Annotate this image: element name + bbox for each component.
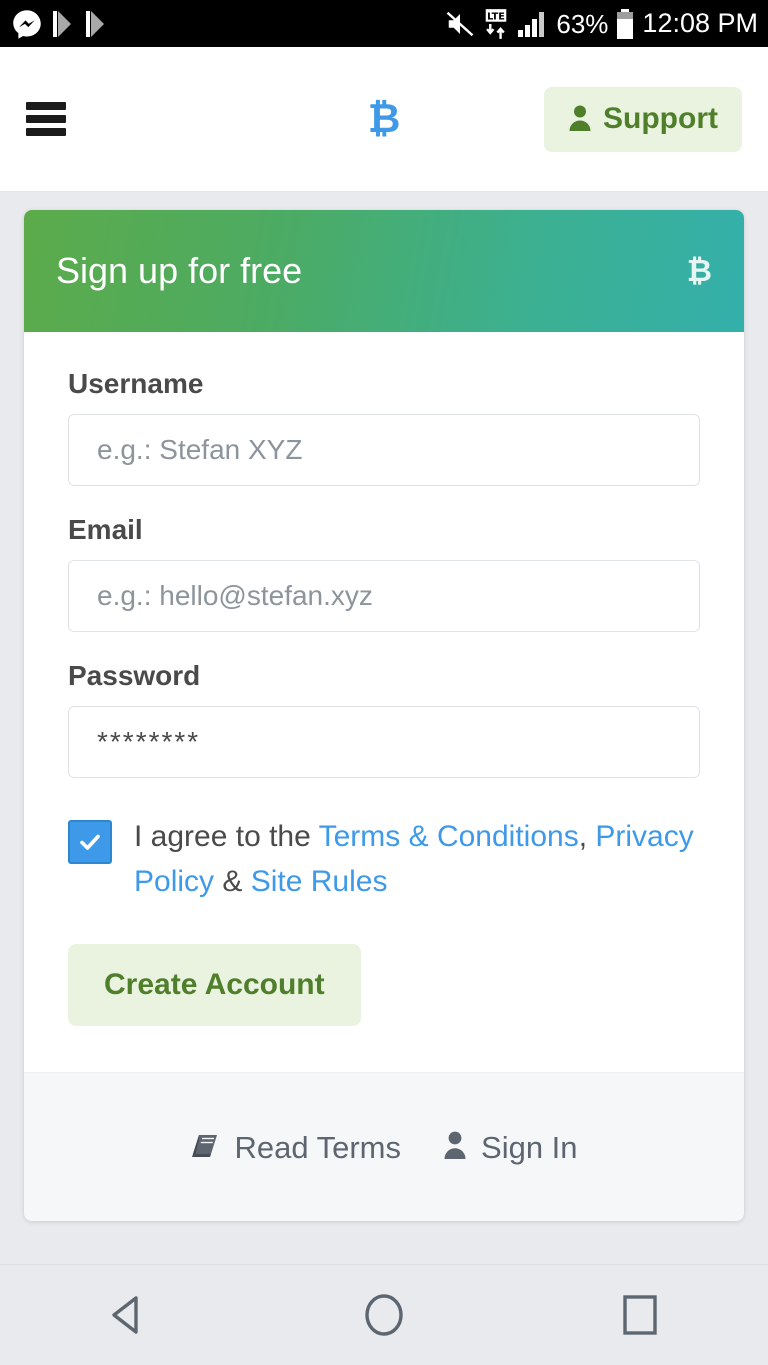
hamburger-menu-icon[interactable] <box>26 102 66 136</box>
hamburger-bar <box>26 128 66 136</box>
battery-icon <box>615 8 635 39</box>
mute-icon <box>445 9 475 39</box>
site-rules-link[interactable]: Site Rules <box>251 865 388 898</box>
messenger-icon <box>12 9 42 39</box>
android-nav-bar <box>0 1264 768 1365</box>
bitcoin-logo-icon: ₿ <box>686 252 712 289</box>
terms-agreement-row: I agree to the Terms & Conditions, Priva… <box>68 814 700 904</box>
read-terms-link[interactable]: Read Terms <box>190 1131 401 1164</box>
create-account-button[interactable]: Create Account <box>68 944 361 1026</box>
status-clock: 12:08 PM <box>642 8 758 38</box>
battery-percent-label: 63% <box>556 8 609 39</box>
page-body: Sign up for free ₿ Username Email Passwo… <box>0 192 768 1264</box>
terms-separator: & <box>214 865 251 898</box>
terms-separator: , <box>578 820 596 853</box>
signup-card: Sign up for free ₿ Username Email Passwo… <box>24 210 744 1221</box>
email-field-group: Email <box>68 516 700 632</box>
flag-icon <box>51 10 75 38</box>
username-label: Username <box>68 368 204 399</box>
nav-recents-button[interactable] <box>580 1265 700 1365</box>
phone-screen: LTE 63% 12:08 PM ₿ Support Sign up for f… <box>0 0 768 1365</box>
terms-checkbox[interactable] <box>68 820 112 864</box>
password-field-group: Password <box>68 662 700 778</box>
signup-form: Username Email Password <box>24 332 744 1072</box>
password-input[interactable] <box>68 706 700 778</box>
hamburger-bar <box>26 115 66 123</box>
nav-home-button[interactable] <box>324 1265 444 1365</box>
flag-icon <box>84 10 108 38</box>
email-label: Email <box>68 514 143 545</box>
back-triangle-icon <box>112 1296 138 1334</box>
signup-card-header: Sign up for free ₿ <box>24 210 744 332</box>
terms-conditions-link[interactable]: Terms & Conditions <box>319 820 579 853</box>
password-label: Password <box>68 660 201 691</box>
username-input[interactable] <box>68 414 700 486</box>
person-icon <box>443 1130 467 1165</box>
recents-square-icon <box>623 1295 657 1335</box>
sign-in-label: Sign In <box>481 1129 578 1165</box>
read-terms-label: Read Terms <box>234 1129 402 1165</box>
lte-icon: LTE <box>482 8 510 40</box>
sign-in-link[interactable]: Sign In <box>443 1130 578 1165</box>
app-header: ₿ Support <box>0 47 768 192</box>
bitcoin-logo-icon[interactable]: ₿ <box>368 99 401 139</box>
person-icon <box>568 104 592 135</box>
username-field-group: Username <box>68 370 700 486</box>
card-footer: Read Terms Sign In <box>24 1072 744 1221</box>
email-input[interactable] <box>68 560 700 632</box>
support-button[interactable]: Support <box>544 86 742 152</box>
svg-text:LTE: LTE <box>487 11 505 22</box>
terms-intro-text: I agree to the <box>134 820 319 853</box>
status-notification-icons <box>12 9 108 39</box>
checkmark-icon <box>80 834 100 850</box>
status-system-icons: LTE 63% 12:08 PM <box>445 8 758 40</box>
terms-text: I agree to the Terms & Conditions, Priva… <box>134 814 700 904</box>
page-title: Sign up for free <box>56 250 303 291</box>
hamburger-bar <box>26 102 66 110</box>
nav-back-button[interactable] <box>68 1265 188 1365</box>
book-icon <box>190 1131 220 1164</box>
signal-bars-icon <box>517 10 549 38</box>
android-status-bar: LTE 63% 12:08 PM <box>0 0 768 47</box>
support-button-label: Support <box>603 102 718 135</box>
home-circle-icon <box>365 1294 403 1336</box>
